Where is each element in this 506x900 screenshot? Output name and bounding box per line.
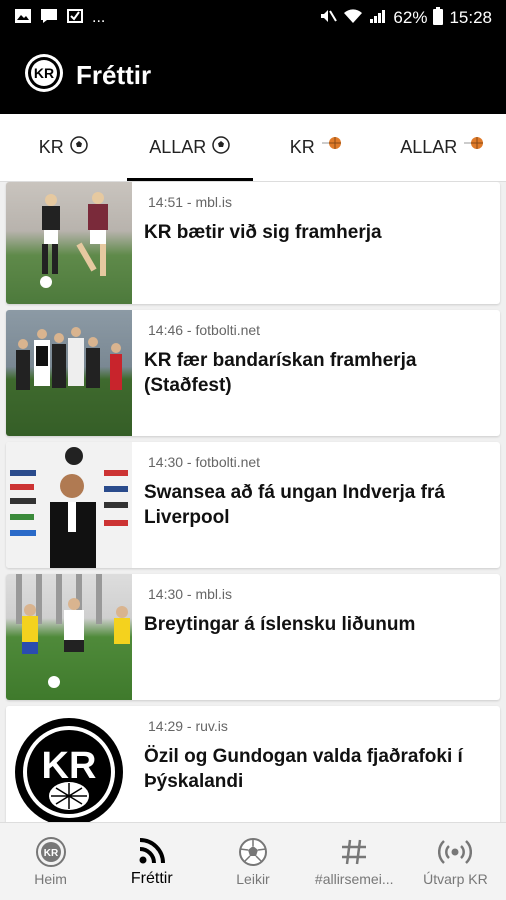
svg-text:KR: KR (43, 848, 58, 859)
svg-text:KR: KR (34, 65, 54, 81)
nav-leikir[interactable]: Leikir (202, 823, 303, 900)
battery-icon (433, 6, 444, 30)
tab-label: KR (289, 137, 315, 157)
nav-label: #allirsemei... (314, 870, 394, 887)
radio-broadcast-icon (438, 837, 473, 867)
article-meta: 14:30 - mbl.is (148, 586, 233, 602)
app-bar: KR Fréttir (0, 36, 506, 114)
checklist-icon (66, 8, 84, 29)
article-meta: 14:51 - mbl.is (148, 194, 233, 210)
article-headline: Breytingar á íslensku liðunum (144, 614, 416, 635)
notification-icons: ... (14, 8, 105, 29)
nav-label: Leikir (236, 870, 270, 887)
news-card[interactable]: 14:30 - fotbolti.net Swansea að fá ungan… (6, 442, 500, 568)
tab-allar-basketball[interactable]: ALLAR (380, 114, 506, 181)
news-card[interactable]: 14:30 - mbl.is Breytingar á íslensku lið… (6, 574, 500, 700)
article-meta: 14:30 - fotbolti.net (148, 454, 261, 470)
mute-icon (319, 8, 338, 29)
clock: 15:28 (449, 8, 492, 27)
bottom-navigation: KR Heim Fréttir Leikir #allirsemei... Út… (0, 822, 506, 900)
article-headline: Özil og Gundogan valda fjaðrafoki í Þýsk… (144, 746, 463, 792)
nav-utvarp-kr[interactable]: Útvarp KR (405, 823, 506, 900)
kr-logo-thumbnail: KR (6, 706, 132, 822)
tab-allar-football[interactable]: ALLAR (126, 114, 254, 181)
news-card[interactable]: 14:46 - fotbolti.net KR fær bandarískan … (6, 310, 500, 436)
tab-bar: KR ALLAR KR ALLAR (0, 114, 506, 182)
soccer-ball-icon (70, 136, 88, 159)
article-thumbnail (6, 442, 132, 568)
svg-text:KR: KR (42, 745, 97, 787)
basketball-icon (463, 136, 485, 159)
article-meta: 14:29 - ruv.is (148, 718, 228, 734)
message-icon (40, 8, 58, 29)
article-headline: KR bætir við sig framherja (144, 222, 382, 243)
kr-logo-icon: KR (24, 53, 64, 98)
soccer-ball-icon (212, 136, 231, 159)
article-thumbnail (6, 574, 132, 700)
nav-heim[interactable]: KR Heim (0, 823, 101, 900)
article-meta: 14:46 - fotbolti.net (148, 322, 261, 338)
app-title: Fréttir (76, 59, 152, 90)
article-headline: Swansea að fá ungan Indverja frá Liverpo… (144, 482, 445, 528)
gallery-icon (14, 8, 32, 29)
news-card[interactable]: KR 14:29 - ruv.is Özil og Gundogan valda… (6, 706, 500, 822)
nav-frettir[interactable]: Fréttir (101, 823, 202, 900)
article-thumbnail (6, 310, 132, 436)
article-thumbnail (6, 182, 132, 304)
nav-allirsemeinn[interactable]: #allirsemei... (304, 823, 405, 900)
tab-kr-football[interactable]: KR (0, 114, 127, 181)
soccer-ball-icon (238, 837, 268, 867)
tab-label: ALLAR (400, 137, 458, 157)
news-card[interactable]: 14:51 - mbl.is KR bætir við sig framherj… (6, 182, 500, 304)
hashtag-icon (339, 837, 369, 867)
article-headline: KR fær bandarískan framherja (Staðfest) (144, 350, 417, 396)
wifi-icon (343, 8, 363, 29)
nav-label: Heim (34, 870, 67, 887)
tab-kr-basketball[interactable]: KR (253, 114, 380, 181)
rss-icon (137, 836, 167, 866)
battery-percent: 62% (393, 8, 428, 27)
status-bar: ... 62% 15:28 (0, 0, 506, 36)
nav-label: Fréttir (130, 869, 173, 887)
news-list[interactable]: 14:51 - mbl.is KR bætir við sig framherj… (0, 182, 506, 822)
tab-label: KR (38, 137, 64, 157)
more-notifications: ... (92, 9, 106, 26)
system-status: 62% 15:28 (319, 6, 492, 30)
nav-label: Útvarp KR (423, 870, 488, 887)
signal-icon (369, 8, 387, 29)
tab-label: ALLAR (149, 137, 207, 157)
kr-logo-icon: KR (35, 836, 66, 867)
basketball-icon (321, 136, 343, 159)
